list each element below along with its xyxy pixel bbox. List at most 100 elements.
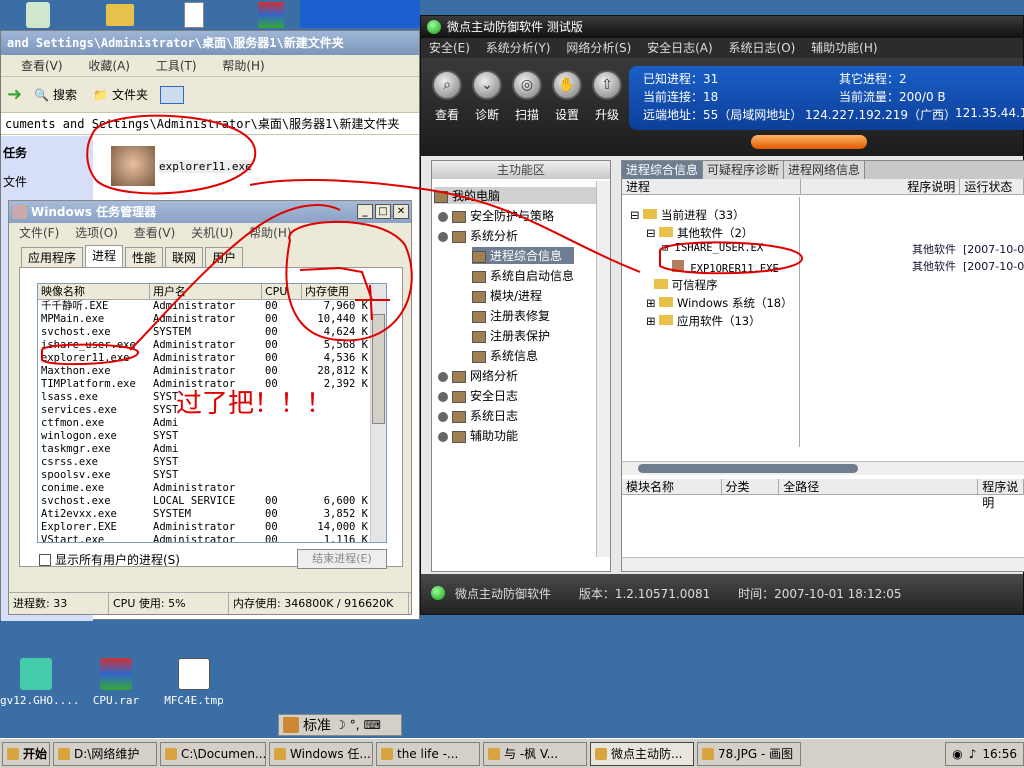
upgrade-button[interactable]: ⇧ 升级 [589, 70, 625, 123]
moon-icon[interactable]: ☽ [335, 718, 346, 732]
table-row[interactable]: MPMain.exe Administrator 00 10,440 K [38, 313, 386, 326]
table-row[interactable]: Maxthon.exe Administrator 00 28,812 K [38, 365, 386, 378]
menu-favorites[interactable]: 收藏(A) [88, 59, 130, 73]
diagnose-button[interactable]: ⌄ 诊断 [469, 70, 505, 123]
tm-menu-options[interactable]: 选项(O) [75, 226, 118, 240]
document-icon[interactable] [184, 2, 204, 28]
close-button[interactable]: ✕ [393, 204, 409, 219]
tab-performance[interactable]: 性能 [125, 247, 164, 267]
col-description[interactable]: 程序说明 [801, 179, 961, 194]
tree-tools[interactable]: 辅助功能 [438, 427, 518, 444]
tree-security-policy[interactable]: 安全防护与策略 [438, 207, 554, 224]
task-pane-title[interactable]: 任务 [1, 136, 93, 161]
menu-tools[interactable]: 工具(T) [156, 59, 197, 73]
tree-system-analysis[interactable]: 系统分析 [438, 227, 518, 244]
tab-applications[interactable]: 应用程序 [21, 247, 84, 267]
settings-button[interactable]: ✋ 设置 [549, 70, 585, 123]
tree-explorer11-process[interactable]: EXP1ORER11.EXE [672, 260, 779, 275]
table-row[interactable]: ctfmon.exe Admi [38, 417, 386, 430]
tm-menu-file[interactable]: 文件(F) [19, 226, 59, 240]
menu-view[interactable]: 查看(V) [21, 59, 63, 73]
tree-applications[interactable]: ⊞ 应用软件（13） [646, 313, 761, 329]
tree-other-software[interactable]: ⊟ 其他软件（2） [646, 225, 753, 241]
tree-network-analysis[interactable]: 网络分析 [438, 367, 518, 384]
av-menu-system-log[interactable]: 系统日志(O) [729, 41, 796, 55]
tree-registry-protect[interactable]: 注册表保护 [472, 327, 550, 344]
desktop-icon-cpu-rar[interactable]: CPU.rar [80, 658, 152, 707]
winrar-icon[interactable] [258, 2, 284, 28]
tree-autostart-info[interactable]: 系统自启动信息 [472, 267, 574, 284]
tab-suspicious[interactable]: 可疑程序诊断 [703, 161, 785, 179]
show-all-users-checkbox[interactable]: 显示所有用户的进程(S) [39, 551, 180, 568]
punctuation-icon[interactable]: °, [350, 718, 360, 732]
col-full-path[interactable]: 全路径 [779, 479, 979, 494]
col-module-desc[interactable]: 程序说明 [978, 479, 1024, 510]
av-menu-security-log[interactable]: 安全日志(A) [647, 41, 713, 55]
minimize-button[interactable]: _ [357, 204, 373, 219]
address-bar[interactable]: cuments and Settings\Administrator\桌面\服务… [1, 113, 419, 135]
tree-windows-system[interactable]: ⊞ Windows 系统（18） [646, 295, 793, 311]
menu-help[interactable]: 帮助(H) [222, 59, 264, 73]
col-category[interactable]: 分类 [722, 479, 780, 494]
left-panel-scrollbar[interactable] [596, 181, 610, 557]
av-menu-system-analysis[interactable]: 系统分析(Y) [486, 41, 551, 55]
tree-ishare-process[interactable]: ⊞ ISHARE_USER.EX [662, 242, 763, 254]
folders-button[interactable]: 📁 文件夹 [89, 84, 152, 105]
collapse-toggle[interactable] [751, 135, 867, 149]
tab-processes[interactable]: 进程 [85, 245, 124, 267]
table-row[interactable]: svchost.exe LOCAL SERVICE 00 6,600 K [38, 495, 386, 508]
tree-registry-repair[interactable]: 注册表修复 [472, 307, 550, 324]
table-row[interactable]: ishare_user.exe Administrator 00 5,568 K [38, 339, 386, 352]
tm-menu-help[interactable]: 帮助(H) [249, 226, 291, 240]
col-status[interactable]: 运行状态 [960, 179, 1024, 194]
process-list[interactable]: 映像名称 用户名 CPU 内存使用 千千静听.EXE Administrator 0… [37, 283, 387, 543]
tm-menu-shutdown[interactable]: 关机(U) [191, 226, 233, 240]
col-process[interactable]: 进程 [622, 179, 802, 194]
search-button[interactable]: 🔍 搜索 [30, 84, 81, 105]
av-menu-security[interactable]: 安全(E) [429, 41, 470, 55]
desktop-icon-mfc-tmp[interactable]: MFC4E.tmp [158, 658, 230, 707]
table-row[interactable]: Ati2evxx.exe SYSTEM 00 3,852 K [38, 508, 386, 521]
tree-security-log[interactable]: 安全日志 [438, 387, 518, 404]
tm-menu-view[interactable]: 查看(V) [134, 226, 176, 240]
tree-system-log[interactable]: 系统日志 [438, 407, 518, 424]
table-row[interactable]: winlogon.exe SYST [38, 430, 386, 443]
taskbar-item-documents[interactable]: C:\Documen... [160, 741, 266, 766]
tree-current-processes[interactable]: ⊟ 当前进程（33） [630, 207, 745, 223]
h-scrollbar[interactable] [622, 461, 1024, 475]
table-row[interactable]: Explorer.EXE Administrator 00 14,000 K [38, 521, 386, 534]
end-process-button[interactable]: 结束进程(E) [297, 549, 387, 569]
taskbar-item-chat[interactable]: 与 -枫 V... [483, 741, 587, 766]
taskbar-item-antivirus[interactable]: 微点主动防... [590, 741, 694, 766]
tree-my-computer[interactable]: 我的电脑 [434, 187, 596, 204]
start-button[interactable]: 开始 [2, 741, 50, 766]
view-button[interactable]: ⌕ 查看 [429, 70, 465, 123]
process-list-scrollbar[interactable] [370, 284, 386, 542]
scan-button[interactable]: ◎ 扫描 [509, 70, 545, 123]
folder-icon[interactable] [106, 4, 134, 26]
table-row[interactable]: svchost.exe SYSTEM 00 4,624 K [38, 326, 386, 339]
tree-trusted[interactable]: 可信程序 [654, 277, 718, 293]
ime-toolbar[interactable]: 标准 ☽ °, ⌨ [278, 714, 402, 736]
table-row[interactable]: lsass.exe SYST [38, 391, 386, 404]
back-arrow-icon[interactable]: ➜ [7, 84, 22, 105]
recycle-bin-icon[interactable] [26, 2, 50, 28]
table-row[interactable]: VStart.exe Administrator 00 1,116 K [38, 534, 386, 542]
ime-mode[interactable]: 标准 [303, 715, 331, 735]
table-row[interactable]: spoolsv.exe SYST [38, 469, 386, 482]
taskbar-item-network[interactable]: D:\网络维护 [53, 741, 157, 766]
keyboard-icon[interactable]: ⌨ [364, 718, 381, 732]
network-tray-icon[interactable]: ◉ [952, 743, 962, 765]
tree-system-info[interactable]: 系统信息 [472, 347, 538, 364]
taskbar-item-taskmgr[interactable]: Windows 任... [269, 741, 373, 766]
col-user-name[interactable]: 用户名 [150, 284, 262, 299]
table-row[interactable]: csrss.exe SYST [38, 456, 386, 469]
h-scroll-thumb[interactable] [638, 464, 858, 473]
av-menu-network-analysis[interactable]: 网络分析(S) [566, 41, 631, 55]
col-image-name[interactable]: 映像名称 [38, 284, 150, 299]
tab-users[interactable]: 用户 [205, 247, 244, 267]
volume-tray-icon[interactable]: ♪ [969, 743, 977, 765]
desktop-icon-gho[interactable]: gv12.GHO.... [0, 658, 79, 707]
col-module-name[interactable]: 模块名称 [622, 479, 722, 494]
taskbar-item-paint[interactable]: 78.JPG - 画图 [697, 741, 801, 766]
